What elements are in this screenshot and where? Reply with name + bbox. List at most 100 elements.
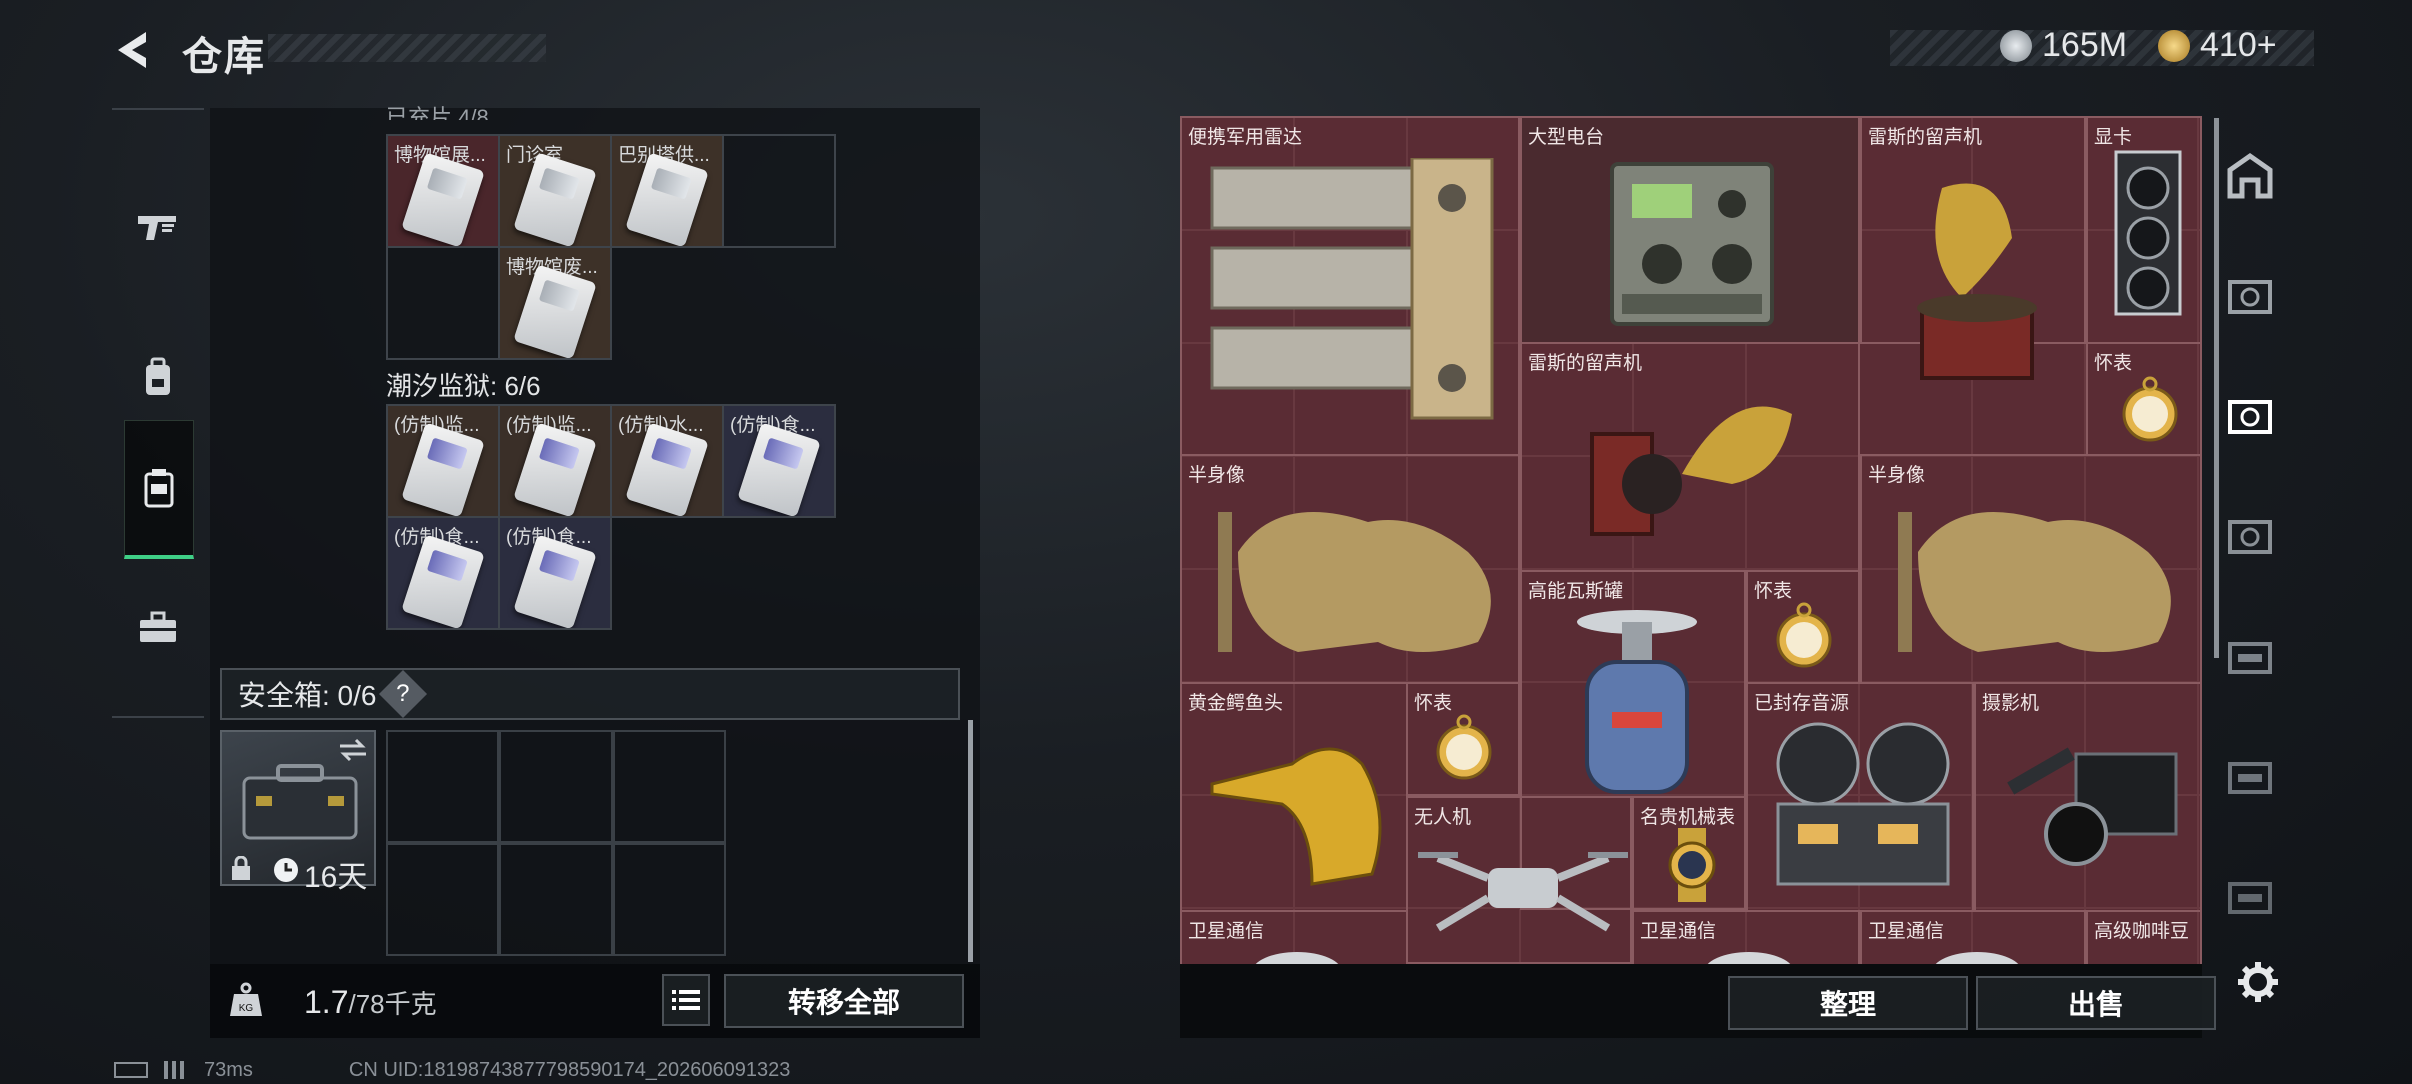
sell-button[interactable]: 出售: [1976, 976, 2216, 1030]
item-gpu[interactable]: 显卡: [2086, 116, 2202, 344]
item-camera[interactable]: 摄影机: [1974, 682, 2202, 912]
safebox-label: 安全箱: 0/6: [238, 680, 377, 711]
item-label: 卫星通信: [1188, 921, 1265, 942]
empty-slot[interactable]: [386, 843, 500, 956]
item-label: 大型电台: [1528, 127, 1605, 148]
item-label: 黄金鳄鱼头: [1188, 693, 1284, 714]
section1-title: 已充片 4/8: [386, 105, 489, 120]
item-bust[interactable]: 半身像: [1860, 454, 2202, 684]
bust-icon: [1218, 512, 1491, 652]
tab-tools[interactable]: [124, 560, 192, 694]
lock-icon: [232, 856, 250, 880]
container-icon: [144, 469, 174, 508]
gramophone-icon: [1917, 183, 2037, 380]
item-drone[interactable]: 无人机: [1406, 796, 1632, 964]
tab-weapons[interactable]: [124, 160, 192, 294]
empty-slot[interactable]: [612, 730, 726, 843]
grid-item[interactable]: (仿制)食...: [386, 516, 500, 630]
stash-page-tab[interactable]: [2224, 510, 2276, 562]
left-scrollbar[interactable]: [968, 720, 973, 962]
item-bust[interactable]: 半身像: [1180, 454, 1520, 684]
swap-icon[interactable]: [338, 738, 368, 762]
item-golden-croc[interactable]: 黄金鳄鱼头: [1180, 682, 1408, 912]
gpu-icon: [2114, 150, 2182, 316]
organize-button[interactable]: 整理: [1728, 976, 1968, 1030]
pocket-watch-icon: [2122, 376, 2178, 442]
grid-item[interactable]: (仿制)监...: [386, 404, 500, 518]
stash-page-tab[interactable]: [2224, 270, 2276, 322]
stash-page-tab-active[interactable]: [2224, 390, 2276, 442]
section2-grid: (仿制)监... (仿制)监... (仿制)水... (仿制)食... (仿制)…: [386, 404, 840, 632]
tab-containers[interactable]: [124, 420, 194, 559]
case-icon: [242, 764, 358, 840]
item-label: 已封存音源: [1754, 693, 1850, 714]
stash-page-tab[interactable]: [2224, 630, 2276, 682]
item-radar[interactable]: 便携军用雷达: [1180, 116, 1520, 456]
svg-text:KG: KG: [239, 1003, 254, 1014]
item-label: 雷斯的留声机: [1868, 127, 1983, 148]
safebox-case[interactable]: 16天: [220, 730, 376, 894]
currency-gold-value: 410+: [2200, 26, 2277, 64]
pistol-icon: [138, 216, 176, 240]
item-pocket-watch[interactable]: 怀表: [2086, 342, 2202, 456]
signal-icon: [164, 1061, 188, 1079]
item-sat-comm[interactable]: 卫星通信: [1632, 910, 1860, 964]
back-arrow-icon[interactable]: [110, 26, 158, 74]
item-label: 高级咖啡豆: [2094, 921, 2190, 942]
empty-slot[interactable]: [499, 730, 613, 843]
safebox-slots: [386, 730, 726, 956]
settings-gear-icon[interactable]: [2236, 960, 2280, 1004]
grid-item[interactable]: (仿制)水...: [610, 404, 724, 518]
grid-item[interactable]: 门诊室: [498, 134, 612, 248]
transfer-all-button[interactable]: 转移全部: [724, 974, 964, 1028]
empty-slot[interactable]: [386, 246, 500, 360]
empty-slot[interactable]: [612, 843, 726, 956]
radio-icon: [1610, 162, 1774, 326]
page-title: 仓库: [182, 35, 266, 79]
help-icon[interactable]: ?: [379, 669, 428, 719]
item-label: 怀表: [1754, 581, 1793, 602]
item-pocket-watch[interactable]: 怀表: [1406, 682, 1520, 796]
grid-item[interactable]: 博物馆废...: [498, 246, 612, 360]
status-line: 73ms CN UID:18198743877798590174_2026060…: [114, 1058, 790, 1082]
item-label: 摄影机: [1982, 693, 2040, 714]
stash-page-icon: [2228, 762, 2272, 794]
item-sat-comm[interactable]: 卫星通信: [1180, 910, 1408, 964]
item-gramophone[interactable]: 雷斯的留声机: [1860, 116, 2086, 380]
item-luxury-watch[interactable]: 名贵机械表: [1632, 796, 1746, 910]
currency-gold: 410+: [2158, 26, 2277, 65]
gas-canister-icon: [1577, 610, 1697, 794]
item-pocket-watch[interactable]: 怀表: [1746, 570, 1860, 684]
item-sat-comm[interactable]: 卫星通信: [1860, 910, 2086, 964]
empty-slot[interactable]: [722, 134, 836, 248]
battery-icon: [114, 1062, 148, 1078]
home-vault-icon: [2227, 152, 2273, 199]
grid-item[interactable]: (仿制)食...: [722, 404, 836, 518]
item-label: 高能瓦斯罐: [1528, 581, 1624, 602]
grid-item[interactable]: (仿制)食...: [498, 516, 612, 630]
grid-item[interactable]: 博物馆展...: [386, 134, 500, 248]
list-icon: [672, 990, 700, 1010]
grid-item[interactable]: (仿制)监...: [498, 404, 612, 518]
stash-home-tab[interactable]: [2224, 150, 2276, 202]
weight-value: 1.7: [304, 984, 349, 1020]
item-coffee[interactable]: 高级咖啡豆: [2086, 910, 2202, 964]
satellite-dish-icon: [1252, 952, 1342, 964]
safebox-header: 安全箱: 0/6 ?: [220, 668, 960, 720]
grid-item[interactable]: 巴别塔供...: [610, 134, 724, 248]
bust-icon: [1898, 512, 2171, 652]
item-label: 无人机: [1414, 807, 1472, 828]
stash-page-icon: [2228, 642, 2272, 674]
safebox-timer: 16天: [304, 861, 368, 894]
list-view-button[interactable]: [662, 974, 710, 1026]
item-gramophone[interactable]: 雷斯的留声机: [1520, 342, 1860, 572]
weight-icon: KG: [228, 982, 264, 1018]
reel-recorder-icon: [1776, 722, 1950, 886]
empty-slot[interactable]: [386, 730, 500, 843]
empty-slot[interactable]: [499, 843, 613, 956]
stash-page-tab[interactable]: [2224, 870, 2276, 922]
item-radio[interactable]: 大型电台: [1520, 116, 1860, 344]
stash-page-tab[interactable]: [2224, 750, 2276, 802]
item-reel-recorder[interactable]: 已封存音源: [1746, 682, 1974, 912]
stash-pages: [2210, 116, 2290, 964]
